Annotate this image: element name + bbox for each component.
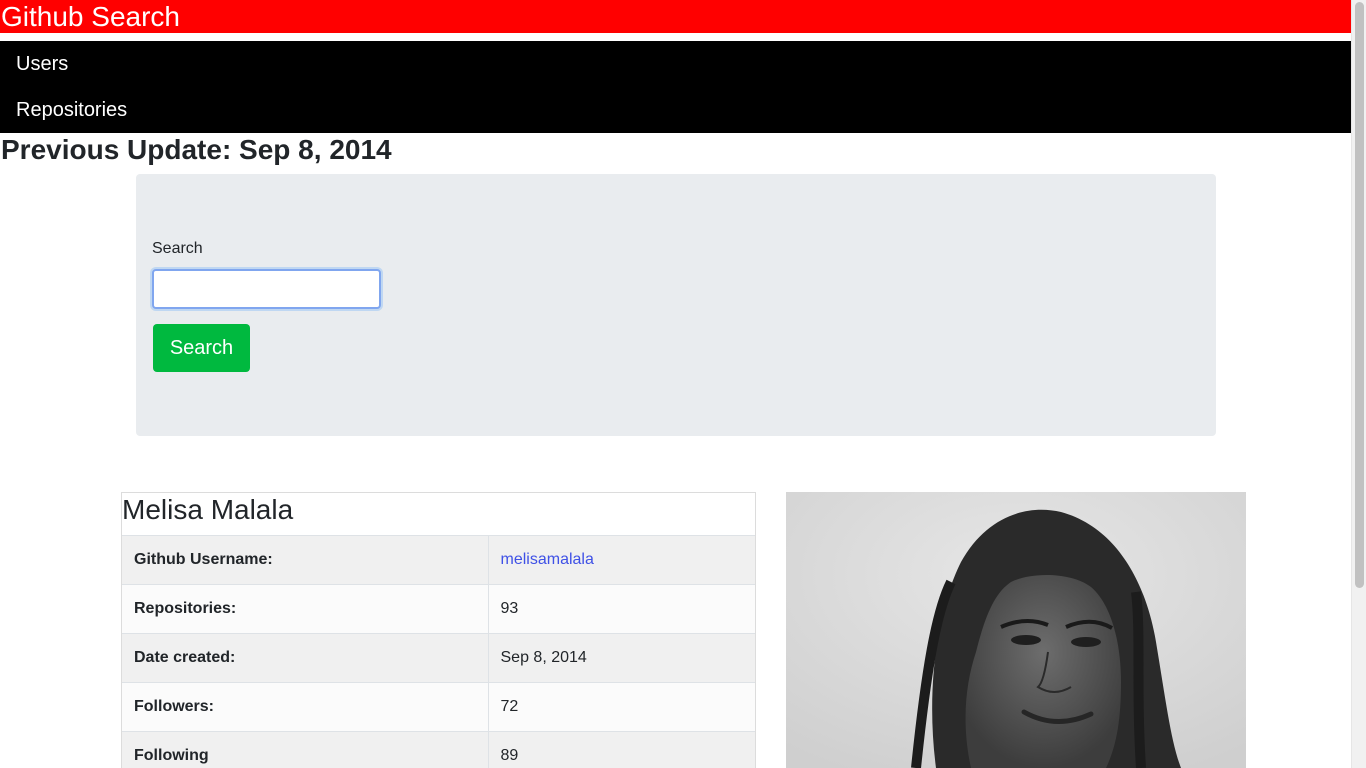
profile-name: Melisa Malala — [122, 493, 755, 535]
header-gap — [0, 33, 1351, 41]
nav-repositories-link[interactable]: Repositories — [0, 87, 1351, 133]
profile-details-table: Github Username: melisamalala Repositori… — [122, 535, 755, 768]
row-key: Repositories: — [122, 584, 489, 634]
search-panel: Search Search — [136, 174, 1216, 436]
search-button[interactable]: Search — [153, 324, 250, 372]
search-input[interactable] — [152, 269, 381, 309]
app-title: Github Search — [0, 0, 1351, 33]
page-scrollbar[interactable] — [1351, 0, 1366, 768]
table-row: Date created: Sep 8, 2014 — [122, 633, 755, 683]
table-row: Following 89 — [122, 731, 755, 768]
nav-users-link[interactable]: Users — [0, 41, 1351, 87]
row-value: 89 — [488, 731, 755, 768]
row-value: Sep 8, 2014 — [488, 633, 755, 683]
row-key: Followers: — [122, 682, 489, 732]
row-key: Date created: — [122, 633, 489, 683]
page: Github Search Users Repositories Previou… — [0, 0, 1351, 768]
row-key: Github Username: — [122, 535, 489, 585]
row-key: Following — [122, 731, 489, 768]
avatar — [786, 492, 1246, 768]
main-nav: Users Repositories — [0, 41, 1351, 133]
table-row: Github Username: melisamalala — [122, 535, 755, 585]
table-row: Repositories: 93 — [122, 584, 755, 634]
scrollbar-thumb[interactable] — [1355, 2, 1364, 588]
search-label: Search — [152, 240, 203, 257]
github-username-link[interactable]: melisamalala — [501, 551, 594, 568]
avatar-portrait-image — [786, 492, 1246, 768]
table-row: Followers: 72 — [122, 682, 755, 732]
row-value: melisamalala — [488, 535, 755, 585]
row-value: 72 — [488, 682, 755, 732]
row-value: 93 — [488, 584, 755, 634]
profile-card: Melisa Malala Github Username: melisamal… — [121, 492, 756, 768]
previous-update-heading: Previous Update: Sep 8, 2014 — [1, 134, 392, 165]
